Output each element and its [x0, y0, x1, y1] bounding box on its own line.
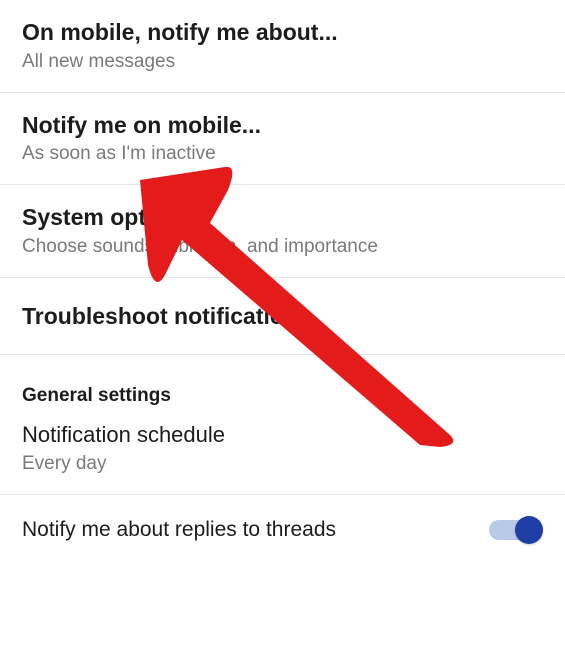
- toggle-knob: [515, 516, 543, 544]
- setting-notify-me-on-mobile[interactable]: Notify me on mobile... As soon as I'm in…: [0, 93, 565, 186]
- setting-title: On mobile, notify me about...: [22, 18, 543, 47]
- setting-on-mobile-notify[interactable]: On mobile, notify me about... All new me…: [0, 0, 565, 93]
- setting-title: Troubleshoot notifications: [22, 302, 543, 331]
- setting-title: Notify me on mobile...: [22, 111, 543, 140]
- setting-notification-schedule[interactable]: Notification schedule Every day: [0, 415, 565, 493]
- threads-toggle[interactable]: [489, 515, 543, 545]
- section-header-general: General settings: [0, 355, 565, 415]
- setting-subtitle: All new messages: [22, 50, 543, 74]
- setting-troubleshoot-notifications[interactable]: Troubleshoot notifications: [0, 278, 565, 356]
- setting-subtitle: Choose sounds, vibration, and importance: [22, 235, 543, 259]
- toggle-label: Notify me about replies to threads: [22, 518, 336, 542]
- setting-system-options[interactable]: System options Choose sounds, vibration,…: [0, 185, 565, 278]
- setting-subtitle: As soon as I'm inactive: [22, 142, 543, 166]
- setting-replies-to-threads[interactable]: Notify me about replies to threads: [0, 494, 565, 569]
- settings-list: On mobile, notify me about... All new me…: [0, 0, 565, 569]
- setting-subtitle: Every day: [22, 452, 543, 476]
- setting-title: Notification schedule: [22, 421, 543, 449]
- setting-title: System options: [22, 203, 543, 232]
